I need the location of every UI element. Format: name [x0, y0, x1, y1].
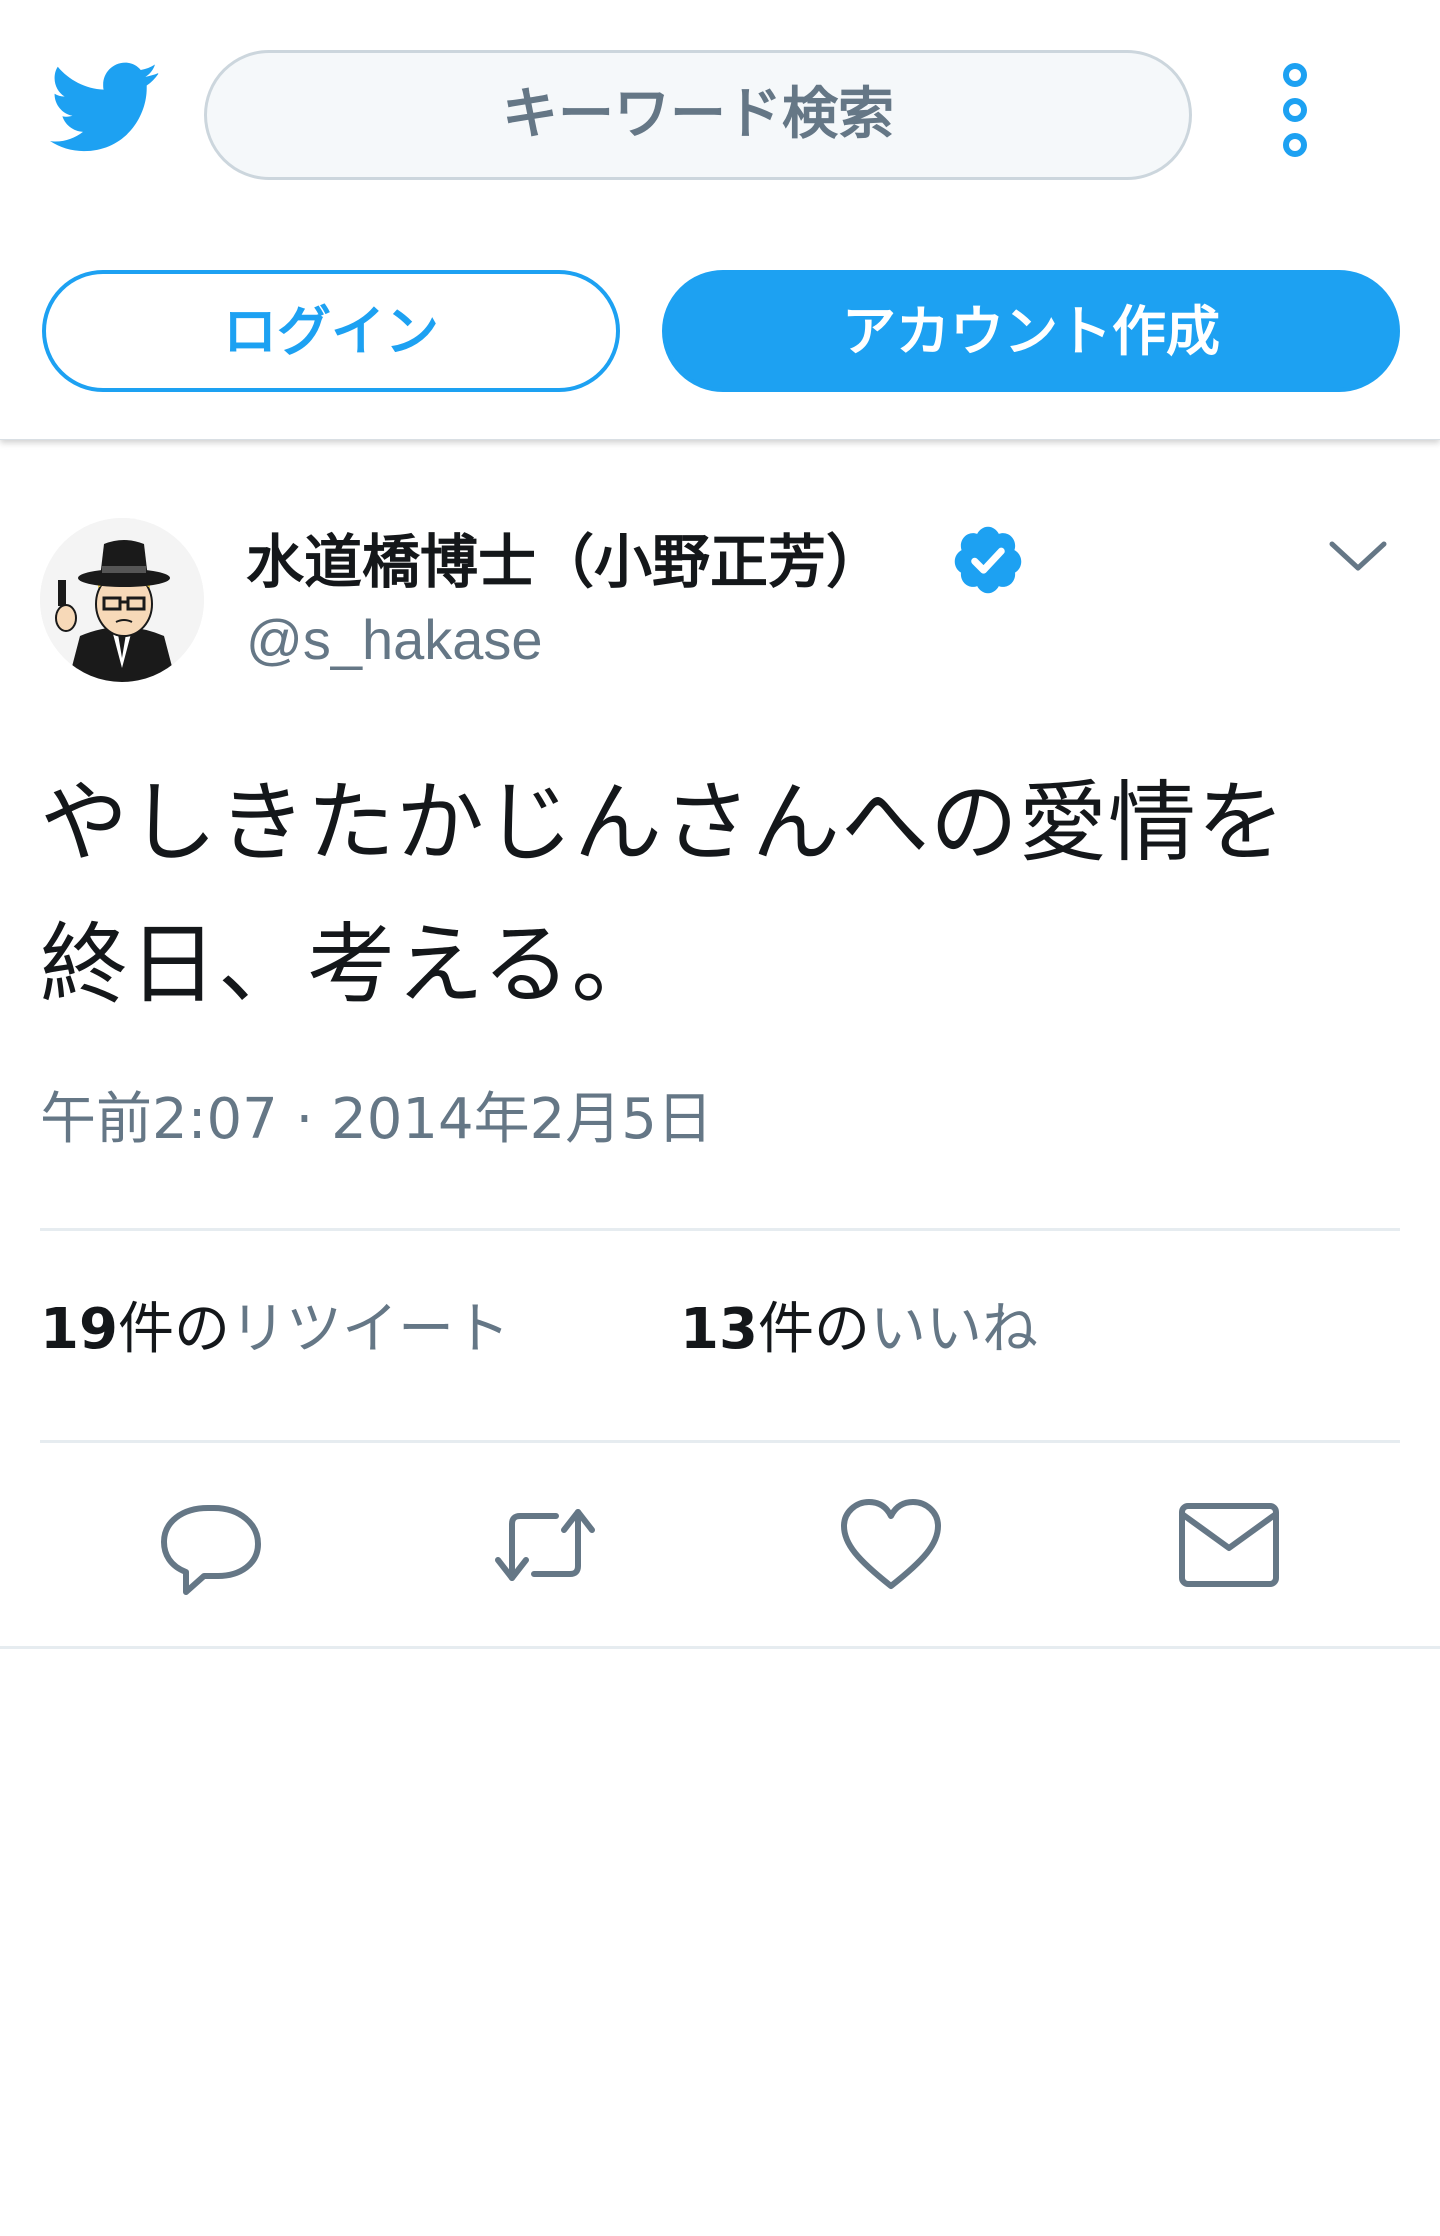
chevron-down-icon[interactable] [1326, 530, 1390, 580]
like-count: 13 [680, 1297, 758, 1362]
display-name[interactable]: 水道橋博士（小野正芳） [246, 522, 884, 602]
avatar-illustration [40, 518, 204, 682]
retweet-label: リツイート [229, 1297, 510, 1362]
divider [40, 1228, 1400, 1231]
avatar[interactable] [40, 518, 204, 682]
more-vertical-icon[interactable] [1270, 60, 1320, 160]
top-bar: キーワード検索 ログイン アカウント作成 [0, 0, 1440, 440]
heart-icon[interactable] [836, 1490, 946, 1600]
retweet-count-unit: 件の [117, 1297, 230, 1362]
retweet-count: 19 [40, 1297, 118, 1362]
reply-icon[interactable] [156, 1490, 266, 1600]
login-button[interactable]: ログイン [42, 270, 620, 392]
tweet-text: やしきたかじんさんへの愛情を 終日、考える。 [40, 752, 1400, 1036]
like-count-link[interactable]: 13件のいいね [680, 1292, 1038, 1368]
like-label: いいね [869, 1297, 1038, 1362]
tweet-timestamp[interactable]: 午前2:07 · 2014年2月5日 [40, 1082, 713, 1158]
retweet-count-link[interactable]: 19件のリツイート [40, 1292, 510, 1368]
tweet-text-line-1: やしきたかじんさんへの愛情を [40, 771, 1287, 874]
verified-badge-icon [954, 526, 1022, 594]
signup-button[interactable]: アカウント作成 [662, 270, 1400, 392]
envelope-icon[interactable] [1174, 1490, 1284, 1600]
divider [40, 1440, 1400, 1443]
twitter-bird-icon[interactable] [50, 62, 160, 154]
retweet-icon[interactable] [490, 1490, 600, 1600]
search-input[interactable]: キーワード検索 [204, 50, 1192, 180]
tweet-bottom-border [0, 1646, 1440, 1649]
tweet-text-line-2: 終日、考える。 [40, 913, 661, 1016]
screen-name[interactable]: @s_hakase [246, 602, 543, 678]
like-count-unit: 件の [757, 1297, 870, 1362]
